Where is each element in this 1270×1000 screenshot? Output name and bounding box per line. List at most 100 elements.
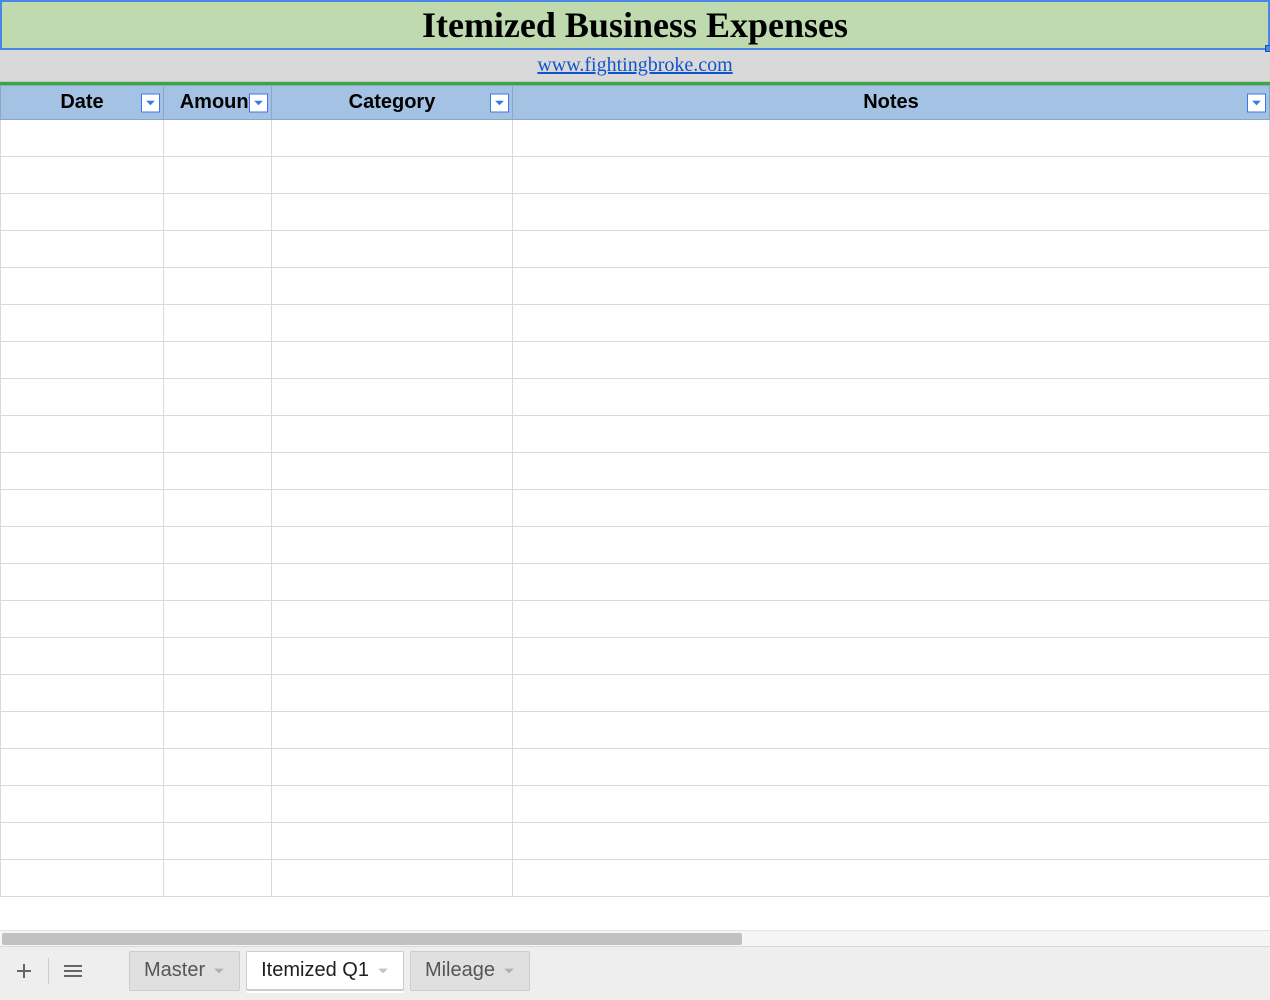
cell[interactable]	[1, 712, 164, 749]
cell[interactable]	[1, 157, 164, 194]
col-header-notes[interactable]: Notes	[513, 86, 1270, 120]
table-row[interactable]	[1, 749, 1270, 786]
cell[interactable]	[164, 638, 272, 675]
cell[interactable]	[272, 490, 513, 527]
cell[interactable]	[1, 786, 164, 823]
add-sheet-button[interactable]	[6, 953, 42, 989]
cell[interactable]	[164, 379, 272, 416]
table-row[interactable]	[1, 527, 1270, 564]
cell[interactable]	[164, 120, 272, 157]
cell[interactable]	[513, 860, 1270, 897]
cell[interactable]	[513, 675, 1270, 712]
cell[interactable]	[164, 194, 272, 231]
cell[interactable]	[1, 564, 164, 601]
cell[interactable]	[164, 675, 272, 712]
cell[interactable]	[272, 120, 513, 157]
cell[interactable]	[272, 749, 513, 786]
cell[interactable]	[513, 120, 1270, 157]
cell[interactable]	[164, 490, 272, 527]
sheet-tab-master[interactable]: Master	[129, 951, 240, 991]
cell[interactable]	[1, 860, 164, 897]
cell[interactable]	[1, 823, 164, 860]
cell[interactable]	[164, 786, 272, 823]
cell[interactable]	[164, 268, 272, 305]
cell[interactable]	[272, 564, 513, 601]
cell[interactable]	[272, 638, 513, 675]
table-row[interactable]	[1, 675, 1270, 712]
cell[interactable]	[513, 379, 1270, 416]
cell[interactable]	[513, 638, 1270, 675]
horizontal-scrollbar[interactable]	[0, 930, 1270, 946]
table-row[interactable]	[1, 860, 1270, 897]
cell[interactable]	[1, 305, 164, 342]
cell[interactable]	[513, 194, 1270, 231]
selection-handle[interactable]	[1265, 45, 1270, 52]
website-link[interactable]: www.fightingbroke.com	[537, 54, 732, 77]
cell[interactable]	[1, 120, 164, 157]
cell[interactable]	[272, 194, 513, 231]
cell[interactable]	[513, 342, 1270, 379]
cell[interactable]	[513, 712, 1270, 749]
cell[interactable]	[1, 379, 164, 416]
cell[interactable]	[272, 823, 513, 860]
cell[interactable]	[1, 453, 164, 490]
cell[interactable]	[164, 564, 272, 601]
table-row[interactable]	[1, 490, 1270, 527]
table-row[interactable]	[1, 786, 1270, 823]
cell[interactable]	[272, 416, 513, 453]
cell[interactable]	[513, 490, 1270, 527]
cell[interactable]	[272, 157, 513, 194]
cell[interactable]	[272, 712, 513, 749]
cell[interactable]	[164, 416, 272, 453]
cell[interactable]	[513, 231, 1270, 268]
cell[interactable]	[164, 712, 272, 749]
table-row[interactable]	[1, 453, 1270, 490]
cell[interactable]	[164, 601, 272, 638]
cell[interactable]	[1, 490, 164, 527]
cell[interactable]	[1, 231, 164, 268]
filter-amount-button[interactable]	[249, 93, 268, 112]
col-header-amount[interactable]: Amount	[164, 86, 272, 120]
cell[interactable]	[513, 527, 1270, 564]
table-row[interactable]	[1, 305, 1270, 342]
cell[interactable]	[1, 601, 164, 638]
cell[interactable]	[513, 268, 1270, 305]
cell[interactable]	[272, 231, 513, 268]
cell[interactable]	[272, 342, 513, 379]
table-row[interactable]	[1, 231, 1270, 268]
cell[interactable]	[272, 453, 513, 490]
cell[interactable]	[272, 305, 513, 342]
table-row[interactable]	[1, 194, 1270, 231]
cell[interactable]	[164, 527, 272, 564]
sheet-tab-mileage[interactable]: Mileage	[410, 951, 530, 991]
cell[interactable]	[272, 268, 513, 305]
cell[interactable]	[1, 638, 164, 675]
table-row[interactable]	[1, 268, 1270, 305]
cell[interactable]	[272, 786, 513, 823]
cell[interactable]	[164, 749, 272, 786]
cell[interactable]	[272, 379, 513, 416]
scrollbar-thumb[interactable]	[2, 933, 742, 945]
col-header-category[interactable]: Category	[272, 86, 513, 120]
cell[interactable]	[513, 601, 1270, 638]
title-row[interactable]: Itemized Business Expenses	[0, 0, 1270, 50]
chevron-down-icon[interactable]	[503, 965, 515, 977]
cell[interactable]	[513, 157, 1270, 194]
cell[interactable]	[513, 305, 1270, 342]
chevron-down-icon[interactable]	[213, 965, 225, 977]
sheet-tab-itemized-q1[interactable]: Itemized Q1	[246, 951, 404, 991]
table-row[interactable]	[1, 379, 1270, 416]
filter-notes-button[interactable]	[1247, 93, 1266, 112]
table-row[interactable]	[1, 712, 1270, 749]
cell[interactable]	[1, 194, 164, 231]
cell[interactable]	[1, 416, 164, 453]
table-row[interactable]	[1, 564, 1270, 601]
cell[interactable]	[272, 860, 513, 897]
table-row[interactable]	[1, 157, 1270, 194]
filter-date-button[interactable]	[141, 93, 160, 112]
cell[interactable]	[164, 823, 272, 860]
cell[interactable]	[513, 416, 1270, 453]
cell[interactable]	[1, 749, 164, 786]
cell[interactable]	[513, 823, 1270, 860]
cell[interactable]	[1, 675, 164, 712]
